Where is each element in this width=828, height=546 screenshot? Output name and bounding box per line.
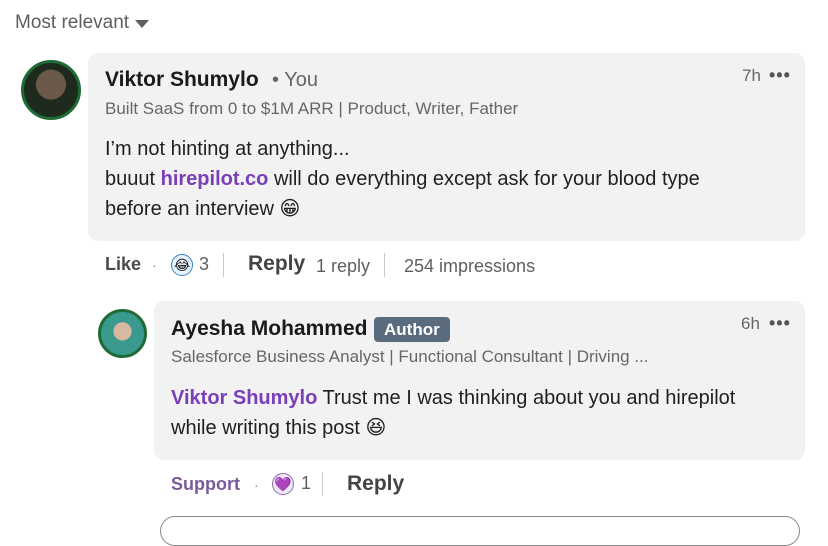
- caret-down-icon: [135, 20, 150, 28]
- reply-line: while writing this post 😆: [171, 413, 735, 443]
- separator-dot: ·: [254, 477, 259, 493]
- laughing-emoji: 😆: [365, 417, 387, 439]
- reaction-support-icon[interactable]: 💜: [272, 473, 294, 495]
- avatar[interactable]: [98, 309, 147, 358]
- sort-dropdown[interactable]: Most relevant: [15, 12, 150, 34]
- reply-time: 6h: [741, 314, 760, 333]
- reply-line: Viktor Shumylo Trust me I was thinking a…: [171, 383, 735, 413]
- sort-label: Most relevant: [15, 12, 130, 33]
- author-badge: Author: [374, 317, 450, 342]
- comment-text: buuut: [105, 168, 161, 190]
- mention-link[interactable]: Viktor Shumylo: [171, 387, 317, 409]
- support-button[interactable]: Support: [171, 474, 240, 495]
- divider: [384, 253, 385, 277]
- comment-time: 7h: [742, 66, 761, 85]
- avatar[interactable]: [21, 60, 81, 120]
- reply-button[interactable]: Reply: [248, 252, 305, 276]
- like-button[interactable]: Like: [105, 254, 141, 275]
- you-label: • You: [272, 69, 318, 91]
- comment-text: will do everything except ask for your b…: [268, 168, 700, 190]
- reply-text: while writing this post: [171, 417, 360, 439]
- comment-body: I’m not hinting at anything... buuut hir…: [105, 134, 700, 224]
- comment-line: before an interview 😁: [105, 194, 700, 224]
- hirepilot-link[interactable]: hirepilot.co: [161, 168, 269, 190]
- separator-dot: ·: [152, 257, 157, 273]
- reply-author-name[interactable]: Ayesha Mohammed: [171, 317, 367, 341]
- impressions-count[interactable]: 254 impressions: [404, 256, 535, 277]
- reaction-count[interactable]: 3: [199, 254, 209, 275]
- comment-line: buuut hirepilot.co will do everything ex…: [105, 164, 700, 194]
- grin-emoji: 😁: [279, 198, 301, 220]
- author-headline: Salesforce Business Analyst | Functional…: [171, 347, 649, 366]
- divider: [223, 253, 224, 277]
- divider: [322, 472, 323, 496]
- reply-body: Viktor Shumylo Trust me I was thinking a…: [171, 383, 735, 443]
- reaction-count[interactable]: 1: [301, 473, 311, 494]
- reply-button[interactable]: Reply: [347, 472, 404, 496]
- more-icon[interactable]: •••: [769, 65, 791, 86]
- comment-line: I’m not hinting at anything...: [105, 138, 350, 160]
- reaction-funny-icon[interactable]: 😂: [171, 254, 193, 276]
- author-headline: Built SaaS from 0 to $1M ARR | Product, …: [105, 99, 519, 118]
- more-icon[interactable]: •••: [769, 313, 791, 334]
- reply-count-link[interactable]: 1 reply: [316, 256, 370, 277]
- reply-input[interactable]: [160, 516, 800, 546]
- comment-author-name[interactable]: Viktor Shumylo: [105, 68, 259, 92]
- comment-text: before an interview: [105, 198, 274, 220]
- reply-text: Trust me I was thinking about you and hi…: [317, 387, 736, 409]
